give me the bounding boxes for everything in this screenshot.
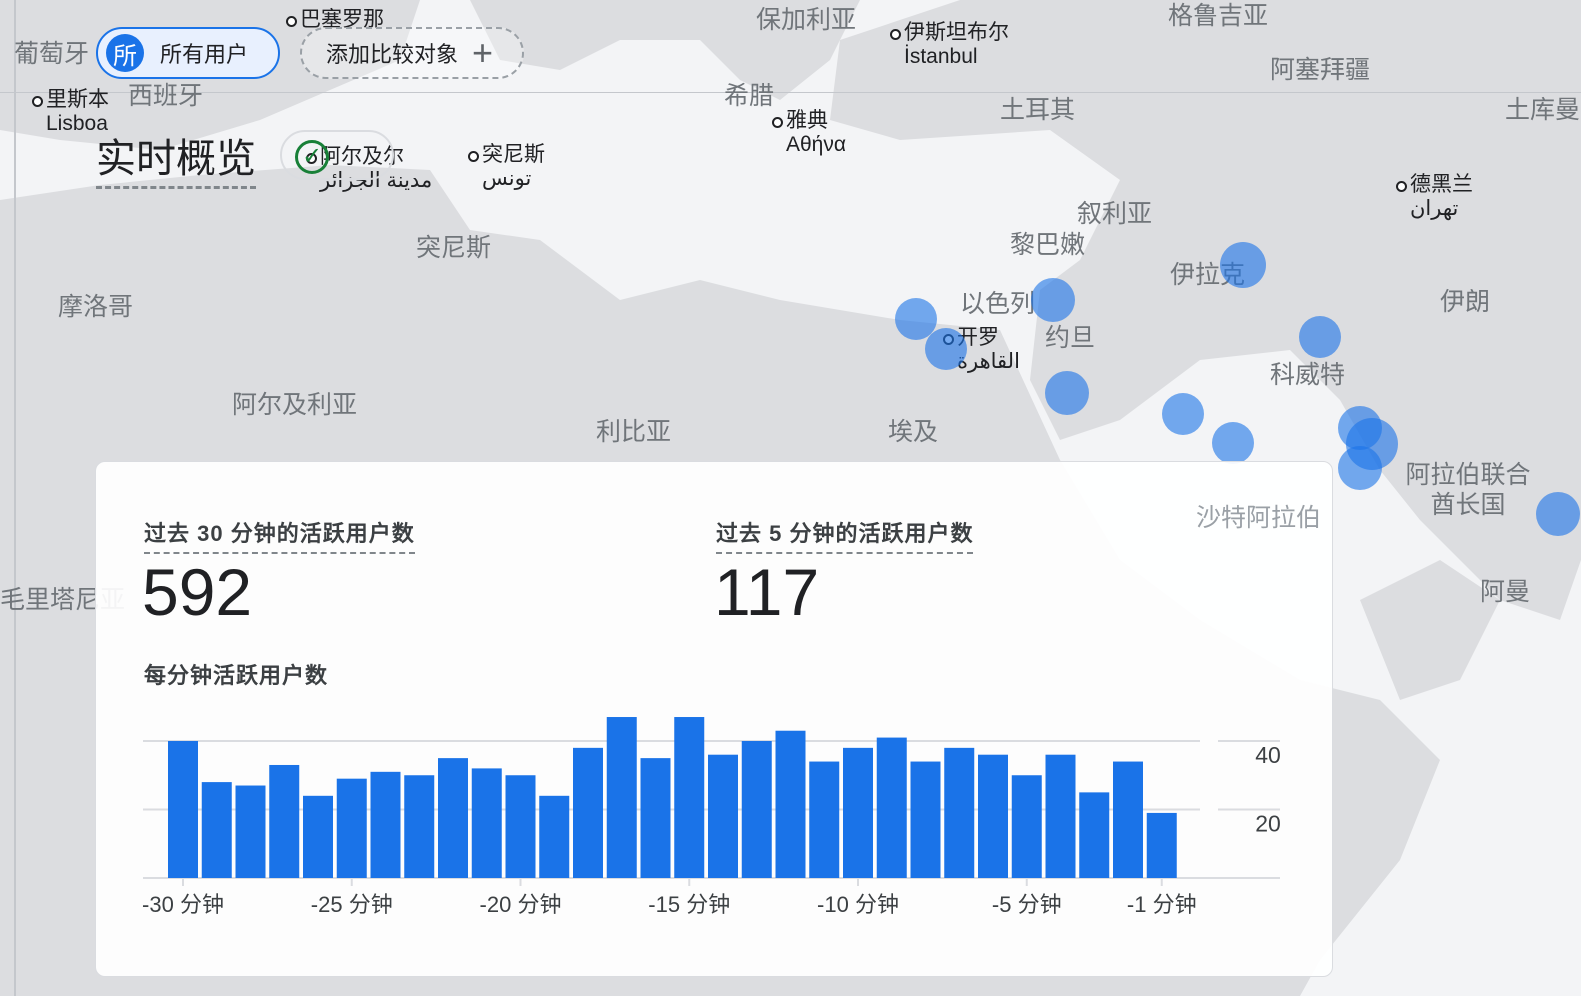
bar	[741, 741, 772, 878]
bar	[1011, 775, 1042, 878]
bar	[573, 747, 603, 878]
bar	[303, 795, 333, 878]
bar	[370, 771, 401, 878]
active-users-per-minute-chart: 20 40 -30 分钟 -25 分钟 -20 分钟 -15 分钟 -10 分钟 -5 分钟 -…	[142, 717, 1281, 917]
bar	[235, 785, 266, 878]
bar	[505, 775, 536, 878]
bar	[978, 754, 1008, 878]
map-label-country: 沙特阿拉伯	[1196, 504, 1322, 532]
x-tick-label: -20 分钟	[480, 892, 562, 917]
bar	[1113, 761, 1143, 878]
bar	[1045, 754, 1076, 878]
bar	[269, 764, 300, 878]
bar	[438, 758, 468, 878]
bar	[674, 717, 705, 878]
bar	[1079, 792, 1110, 878]
bar	[404, 775, 435, 878]
bar	[708, 754, 738, 878]
bar	[606, 717, 637, 878]
bar	[640, 758, 671, 878]
bar	[201, 782, 232, 878]
bar	[809, 761, 840, 878]
bar	[168, 741, 198, 878]
x-tick-label: -5 分钟	[992, 892, 1062, 917]
bar	[843, 747, 873, 878]
y-tick-label: 40	[1255, 742, 1281, 768]
x-tick-label: -1 分钟	[1127, 892, 1197, 917]
bar	[876, 737, 907, 878]
bar	[336, 778, 367, 878]
bar	[910, 761, 941, 878]
bar	[471, 768, 502, 878]
x-tick-label: -25 分钟	[311, 892, 393, 917]
x-tick-label: -30 分钟	[142, 892, 224, 917]
x-tick-label: -10 分钟	[817, 892, 899, 917]
x-tick-label: -15 分钟	[648, 892, 730, 917]
bar	[539, 795, 570, 878]
bar	[1146, 812, 1177, 878]
bar	[775, 730, 806, 878]
bar	[944, 747, 975, 878]
y-tick-label: 20	[1255, 811, 1281, 837]
